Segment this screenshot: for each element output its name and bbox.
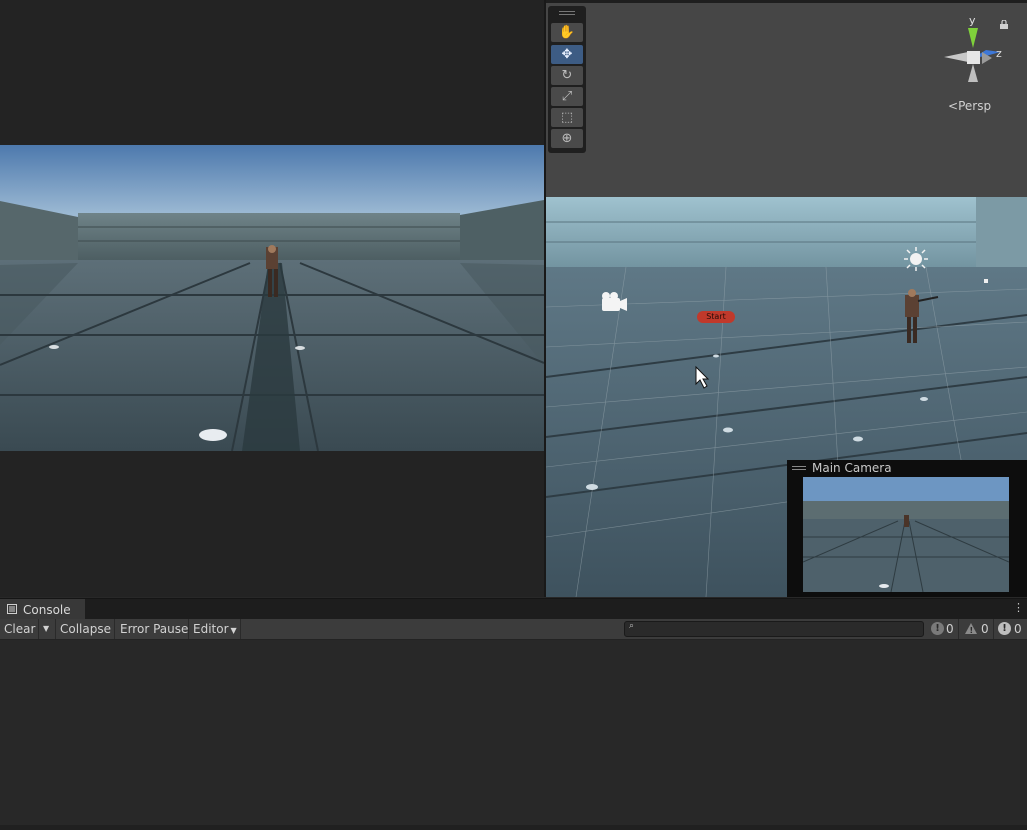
move-icon: ✥ [561, 47, 573, 62]
log-count[interactable]: 0 [946, 619, 954, 639]
scale-icon: ⤢ [561, 89, 573, 104]
error-icon: ! [998, 622, 1011, 635]
svg-text:!: ! [970, 626, 974, 635]
editor-dropdown-label: Editor [193, 622, 229, 636]
log-count-icon: ! [931, 622, 944, 635]
camera-preview-image [803, 477, 1009, 592]
more-options-icon[interactable]: ⋮ [1013, 602, 1024, 614]
rect-tool-button[interactable]: ⬚ [551, 108, 583, 127]
console-tab-label: Console [23, 603, 71, 617]
axis-z-label: z [996, 47, 1002, 60]
drag-handle-icon[interactable] [792, 466, 806, 467]
clear-button[interactable]: Clear [4, 619, 35, 639]
lock-icon[interactable] [1000, 18, 1008, 29]
error-pause-button[interactable]: Error Pause [120, 619, 188, 639]
collapse-button[interactable]: Collapse [60, 619, 111, 639]
clear-options-dropdown-icon[interactable]: ▼ [43, 619, 49, 639]
console-search-input[interactable] [641, 622, 917, 634]
console-search-field[interactable]: ⌕ [624, 621, 924, 637]
status-bar [0, 825, 1027, 830]
game-render [0, 145, 544, 451]
search-icon: ⌕ [629, 621, 635, 631]
scene-top-strip [546, 0, 1027, 3]
start-button[interactable]: Start [697, 311, 735, 323]
warning-count[interactable]: 0 [981, 619, 989, 639]
persp-icon: < [948, 99, 959, 113]
editor-dropdown[interactable]: Editor ▼ [193, 619, 237, 639]
move-tool-button[interactable]: ✥ [551, 45, 583, 64]
perspective-toggle[interactable]: <Persp [948, 99, 991, 113]
console-tab-bar [0, 598, 1027, 620]
rotate-icon: ↻ [561, 68, 573, 83]
rotate-tool-button[interactable]: ↻ [551, 66, 583, 85]
persp-label: Persp [958, 99, 992, 113]
error-count[interactable]: 0 [1014, 619, 1022, 639]
hand-tool-button[interactable]: ✋ [551, 23, 583, 42]
axis-y-label: y [969, 14, 976, 27]
tool-panel: ✋ ✥ ↻ ⤢ ⬚ ⊕ [548, 6, 586, 153]
console-log-area[interactable] [0, 640, 1027, 825]
hand-icon: ✋ [558, 25, 576, 40]
transform-icon: ⊕ [561, 131, 573, 146]
camera-preview-title: Main Camera [812, 461, 892, 475]
rect-icon: ⬚ [560, 110, 574, 125]
transform-tool-button[interactable]: ⊕ [551, 129, 583, 148]
console-icon [7, 603, 17, 614]
warning-icon: ! [964, 622, 978, 635]
chevron-down-icon: ▼ [230, 626, 237, 635]
scale-tool-button[interactable]: ⤢ [551, 87, 583, 106]
